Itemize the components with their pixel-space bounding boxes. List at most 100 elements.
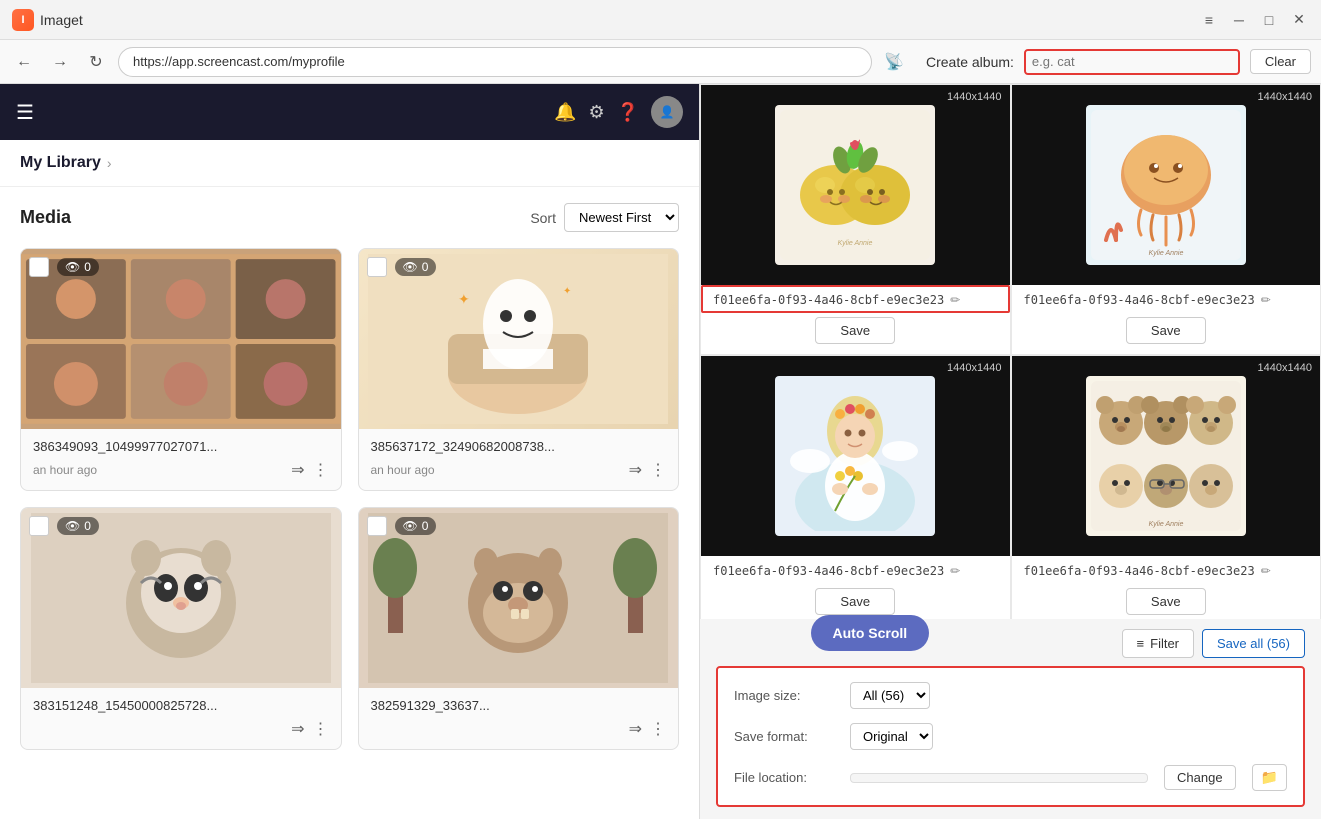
media-view-count: 👁 0: [57, 258, 99, 276]
options-panel: Image size: All (56) Save format: Origin…: [716, 666, 1305, 807]
media-thumbnail: 👁 0: [21, 508, 341, 688]
result-card: 1440x1440: [700, 355, 1011, 619]
media-timestamp: an hour ago: [33, 463, 97, 477]
media-card: ✦ ✦ 👁 0 385637172_: [358, 248, 680, 491]
sort-select[interactable]: Newest First: [564, 203, 679, 232]
app-name: Imaget: [40, 12, 83, 28]
media-header: Media Sort Newest First: [20, 203, 679, 232]
bears-artwork: Kylie Annie: [1091, 381, 1241, 531]
media-actions: ⇒ ⋮: [291, 719, 328, 739]
media-artwork-2: ✦ ✦: [368, 254, 668, 424]
header-icons: 🔔 ⚙ ❓ 👤: [554, 96, 683, 128]
media-thumbnail: ✦ ✦ 👁 0: [359, 249, 679, 429]
image-size-select[interactable]: All (56): [850, 682, 930, 709]
media-card: 👁 0 383151248_15450000825728... ⇒ ⋮: [20, 507, 342, 750]
save-btn-row: Save: [701, 584, 1010, 619]
result-image: [775, 376, 935, 536]
close-icon[interactable]: ✕: [1289, 10, 1309, 30]
media-card: 👁 0 382591329_33637... ⇒ ⋮: [358, 507, 680, 750]
result-image: Kylie Annie: [775, 105, 935, 265]
logo-icon: I: [12, 9, 34, 31]
folder-icon-button[interactable]: 📁: [1252, 764, 1287, 791]
my-library-link[interactable]: My Library: [20, 154, 101, 172]
cast-icon[interactable]: 📡: [880, 48, 908, 76]
media-info: 383151248_15450000825728... ⇒ ⋮: [21, 688, 341, 749]
media-artwork-3: [31, 513, 331, 683]
edit-icon[interactable]: ✏: [1261, 293, 1271, 307]
media-select-checkbox[interactable]: [29, 257, 49, 277]
result-filename: f01ee6fa-0f93-4a46-8cbf-e9ec3e23: [1024, 564, 1255, 578]
media-meta: ⇒ ⋮: [33, 719, 329, 739]
media-info: 385637172_32490682008738... an hour ago …: [359, 429, 679, 490]
results-grid[interactable]: 1440x1440: [700, 84, 1321, 619]
size-badge: 1440x1440: [947, 91, 1001, 103]
result-filename: f01ee6fa-0f93-4a46-8cbf-e9ec3e23: [713, 564, 944, 578]
auto-scroll-button[interactable]: Auto Scroll: [811, 615, 930, 651]
save-btn-row: Save: [1012, 584, 1321, 619]
more-icon[interactable]: ⋮: [650, 460, 666, 480]
svg-text:✦: ✦: [563, 286, 571, 297]
help-icon[interactable]: ❓: [617, 102, 639, 123]
save-button[interactable]: Save: [1126, 588, 1206, 615]
more-icon[interactable]: ⋮: [650, 719, 666, 739]
media-overlay: 👁 0: [29, 516, 99, 536]
save-all-button[interactable]: Save all (56): [1202, 629, 1305, 658]
media-card: 👁 0 386349093_10499977027071... an hour …: [20, 248, 342, 491]
library-nav: My Library ›: [0, 140, 699, 187]
result-image-container: 1440x1440: [1012, 356, 1321, 556]
share-icon[interactable]: ⇒: [291, 719, 304, 739]
result-image: Kylie Annie: [1086, 376, 1246, 536]
left-panel: ☰ 🔔 ⚙ ❓ 👤 My Library › Media Sort: [0, 84, 700, 819]
media-select-checkbox[interactable]: [367, 516, 387, 536]
save-button[interactable]: Save: [1126, 317, 1206, 344]
media-overlay: 👁 0: [29, 257, 99, 277]
result-name-row: f01ee6fa-0f93-4a46-8cbf-e9ec3e23 ✏: [1012, 556, 1321, 584]
maximize-icon[interactable]: □: [1259, 10, 1279, 30]
right-panel: 1440x1440: [700, 84, 1321, 819]
save-button[interactable]: Save: [815, 317, 895, 344]
save-format-label: Save format:: [734, 729, 834, 744]
result-card: 1440x1440: [1011, 355, 1321, 619]
hamburger-menu[interactable]: ☰: [16, 100, 34, 125]
result-image-container: 1440x1440: [701, 356, 1010, 556]
more-icon[interactable]: ⋮: [313, 460, 329, 480]
save-format-select[interactable]: Original: [850, 723, 933, 750]
window-controls: ≡ ─ □ ✕: [1199, 10, 1309, 30]
media-select-checkbox[interactable]: [367, 257, 387, 277]
media-info: 382591329_33637... ⇒ ⋮: [359, 688, 679, 749]
album-input[interactable]: [1032, 54, 1232, 69]
share-icon[interactable]: ⇒: [629, 460, 642, 480]
minimize-icon[interactable]: ─: [1229, 10, 1249, 30]
edit-icon[interactable]: ✏: [950, 293, 960, 307]
media-timestamp: an hour ago: [371, 463, 435, 477]
media-select-checkbox[interactable]: [29, 516, 49, 536]
edit-icon[interactable]: ✏: [1261, 564, 1271, 578]
app-header: ☰ 🔔 ⚙ ❓ 👤: [0, 84, 699, 140]
result-filename: f01ee6fa-0f93-4a46-8cbf-e9ec3e23: [1024, 293, 1255, 307]
save-btn-row: Save: [1012, 313, 1321, 354]
share-icon[interactable]: ⇒: [291, 460, 304, 480]
create-album-label: Create album:: [926, 54, 1014, 70]
share-icon[interactable]: ⇒: [629, 719, 642, 739]
media-filename: 383151248_15450000825728...: [33, 698, 329, 713]
edit-icon[interactable]: ✏: [950, 564, 960, 578]
menu-icon[interactable]: ≡: [1199, 10, 1219, 30]
file-location-label: File location:: [734, 770, 834, 785]
more-icon[interactable]: ⋮: [313, 719, 329, 739]
save-button[interactable]: Save: [815, 588, 895, 615]
avatar[interactable]: 👤: [651, 96, 683, 128]
jellyfish-artwork: Kylie Annie: [1091, 110, 1241, 260]
back-button[interactable]: ←: [10, 48, 38, 76]
refresh-button[interactable]: ↻: [82, 48, 110, 76]
filter-button[interactable]: ≡ Filter: [1122, 629, 1194, 658]
bell-icon[interactable]: 🔔: [554, 102, 576, 123]
size-badge: 1440x1440: [947, 362, 1001, 374]
sort-area: Sort Newest First: [530, 203, 679, 232]
settings-icon[interactable]: ⚙: [588, 102, 604, 123]
forward-button[interactable]: →: [46, 48, 74, 76]
clear-button[interactable]: Clear: [1250, 49, 1311, 74]
url-bar[interactable]: [118, 47, 872, 77]
change-button[interactable]: Change: [1164, 765, 1236, 790]
media-section[interactable]: Media Sort Newest First: [0, 187, 699, 819]
breadcrumb-arrow: ›: [107, 155, 112, 171]
